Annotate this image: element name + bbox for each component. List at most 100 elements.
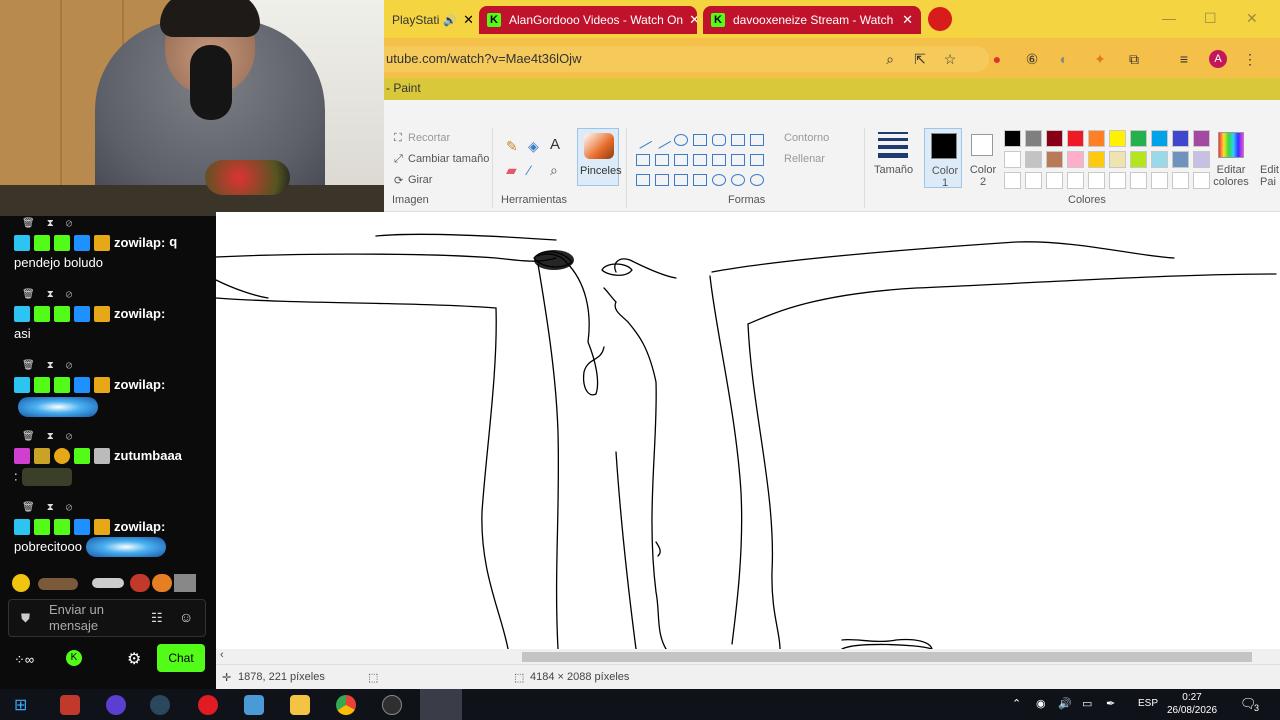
- volume-icon[interactable]: 🔊: [1058, 697, 1072, 710]
- chat-username[interactable]: zowilap:: [114, 235, 165, 250]
- palette-swatch[interactable]: [1025, 151, 1042, 168]
- maximize-icon[interactable]: ☐: [1204, 10, 1217, 27]
- shield-icon[interactable]: ⛊: [21, 611, 30, 626]
- user-badge-icon[interactable]: [74, 305, 90, 322]
- palette-empty-swatch[interactable]: [1046, 172, 1063, 189]
- chat-username[interactable]: zowilap:: [114, 519, 165, 534]
- user-badge-icon[interactable]: [94, 518, 110, 535]
- url-field[interactable]: utube.com/watch?v=Mae4t36lOjw: [384, 46, 989, 72]
- recortar-button[interactable]: Recortar: [408, 132, 450, 144]
- user-badge-icon[interactable]: [34, 376, 50, 393]
- palette-swatch[interactable]: [1109, 151, 1126, 168]
- shape-five-point-star-icon[interactable]: [674, 174, 688, 186]
- eraser-icon[interactable]: ▰: [506, 162, 517, 179]
- scroll-left-icon[interactable]: ‹: [220, 649, 224, 661]
- emote-icon[interactable]: [38, 578, 78, 590]
- chrome-icon[interactable]: [336, 695, 356, 715]
- palette-swatch[interactable]: [1130, 130, 1147, 147]
- mod-actions[interactable]: 🗑⧗⊘: [22, 289, 84, 300]
- user-badge-icon[interactable]: [54, 518, 70, 535]
- kick-emotes-icon[interactable]: ☷: [151, 610, 163, 626]
- palette-swatch[interactable]: [1172, 130, 1189, 147]
- user-badge-icon[interactable]: [74, 447, 90, 464]
- shape-cloud-callout-icon[interactable]: [750, 174, 764, 186]
- close-window-icon[interactable]: ✕: [1246, 10, 1258, 27]
- palette-empty-swatch[interactable]: [1172, 172, 1189, 189]
- close-tab-icon[interactable]: ✕: [457, 12, 472, 28]
- user-badge-icon[interactable]: [94, 305, 110, 322]
- palette-swatch[interactable]: [1193, 130, 1210, 147]
- extensions-puzzle-icon[interactable]: ⧉: [1126, 51, 1142, 67]
- user-badge-icon[interactable]: [34, 305, 50, 322]
- size-lines-icon[interactable]: [878, 132, 908, 158]
- shape-rounded-callout-icon[interactable]: [712, 174, 726, 186]
- shape-rectangle-icon[interactable]: [693, 134, 707, 146]
- pinceles-button[interactable]: Pinceles: [577, 128, 622, 186]
- obs-icon[interactable]: [382, 695, 402, 715]
- user-badge-icon[interactable]: [34, 518, 50, 535]
- palette-swatch[interactable]: [1046, 151, 1063, 168]
- tab-alangordooo[interactable]: K AlanGordooo Videos - Watch On ✕: [479, 6, 697, 34]
- palette-empty-swatch[interactable]: [1088, 172, 1105, 189]
- pencil-icon[interactable]: ✎: [506, 138, 518, 155]
- edit-colors-icon[interactable]: [1218, 132, 1244, 158]
- user-badge-icon[interactable]: [34, 234, 50, 251]
- rellenar-button[interactable]: Rellenar: [784, 153, 825, 165]
- user-badge-icon[interactable]: [14, 376, 30, 393]
- chat-username[interactable]: zowilap:: [114, 306, 165, 321]
- user-badge-icon[interactable]: [74, 234, 90, 251]
- shape-rounded-rect-icon[interactable]: [712, 134, 726, 146]
- mod-actions[interactable]: 🗑⧗⊘: [22, 218, 84, 229]
- palette-swatch[interactable]: [1067, 151, 1084, 168]
- palette-swatch[interactable]: [1088, 130, 1105, 147]
- palette-swatch[interactable]: [1088, 151, 1105, 168]
- mod-actions[interactable]: 🗑⧗⊘: [22, 360, 84, 371]
- shape-line-icon[interactable]: [633, 131, 653, 149]
- emote-icon[interactable]: [92, 578, 124, 588]
- cortana-icon[interactable]: [106, 695, 126, 715]
- shape-right-arrow-icon[interactable]: [712, 154, 726, 166]
- palette-swatch[interactable]: [1067, 130, 1084, 147]
- user-badge-icon[interactable]: [54, 376, 70, 393]
- shape-six-point-star-icon[interactable]: [693, 174, 707, 186]
- color-1-button[interactable]: Color 1: [924, 128, 962, 189]
- user-badge-icon[interactable]: [14, 234, 30, 251]
- user-badge-icon[interactable]: [94, 234, 110, 251]
- emote-icon[interactable]: [12, 574, 30, 592]
- palette-empty-swatch[interactable]: [1193, 172, 1210, 189]
- steam-icon[interactable]: [150, 695, 170, 715]
- paint-taskbar-button[interactable]: [420, 689, 462, 720]
- palette-swatch[interactable]: [1046, 130, 1063, 147]
- user-badge-icon[interactable]: [94, 447, 110, 464]
- shape-hexagon-icon[interactable]: [693, 154, 707, 166]
- palette-swatch[interactable]: [1172, 151, 1189, 168]
- palette-swatch[interactable]: [1151, 130, 1168, 147]
- points-icon[interactable]: ⁘∞: [14, 652, 34, 668]
- app-icon[interactable]: [244, 695, 264, 715]
- menu-kebab-icon[interactable]: ⋮: [1242, 51, 1258, 67]
- shape-curve-icon[interactable]: [652, 131, 672, 149]
- palette-swatch[interactable]: [1004, 151, 1021, 168]
- tab-playstation[interactable]: PlayStati 🔊 ✕: [384, 6, 472, 34]
- shape-left-arrow-icon[interactable]: [731, 154, 745, 166]
- mod-actions[interactable]: 🗑⧗⊘: [22, 431, 84, 442]
- system-clock[interactable]: 0:27 26/08/2026: [1160, 691, 1224, 717]
- opera-icon[interactable]: [198, 695, 218, 715]
- chat-input-placeholder[interactable]: Enviar un mensaje: [49, 602, 149, 634]
- install-app-icon[interactable]: ⇱: [912, 51, 928, 67]
- shape-pentagon-icon[interactable]: [674, 154, 688, 166]
- editar-colores-label[interactable]: Editar colores: [1210, 164, 1252, 188]
- user-badge-icon[interactable]: [54, 234, 70, 251]
- discord-tray-icon[interactable]: ◉: [1036, 697, 1046, 710]
- shape-polygon-icon[interactable]: [731, 134, 745, 146]
- emote-icon[interactable]: [152, 574, 172, 592]
- shape-oval-callout-icon[interactable]: [731, 174, 745, 186]
- edit-paint3d-label[interactable]: Edit Pai: [1260, 164, 1280, 188]
- palette-swatch[interactable]: [1130, 151, 1147, 168]
- chat-username[interactable]: zutumbaaa: [114, 448, 182, 463]
- extension-icon[interactable]: ✦: [1092, 51, 1108, 67]
- bookmark-star-icon[interactable]: ☆: [942, 51, 958, 67]
- adblock-extension-icon[interactable]: ●: [989, 51, 1005, 67]
- audio-extension-icon[interactable]: ◐: [1056, 51, 1072, 67]
- shape-triangle-icon[interactable]: [750, 134, 764, 146]
